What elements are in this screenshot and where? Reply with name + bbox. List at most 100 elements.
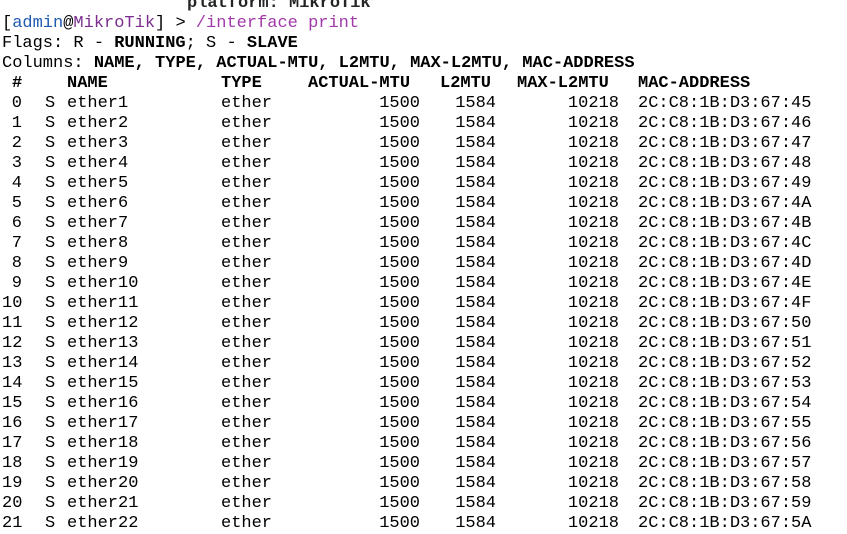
row-actual-mtu: 1500 bbox=[379, 414, 420, 433]
row-max-l2mtu: 10218 bbox=[567, 134, 619, 153]
row-flag: S bbox=[45, 494, 56, 513]
table-row: 21 Sether22 ether 1500 1584 10218 2C:C8:1B:D3:… bbox=[2, 514, 847, 534]
row-mac-address: 2C:C8:1B:D3:67:47 bbox=[638, 134, 812, 153]
row-actual-mtu: 1500 bbox=[379, 94, 420, 113]
row-max-l2mtu: 10218 bbox=[567, 374, 619, 393]
row-num: 14 bbox=[2, 374, 23, 393]
row-max-l2mtu: 10218 bbox=[567, 94, 619, 113]
row-actual-mtu: 1500 bbox=[379, 194, 420, 213]
row-max-l2mtu: 10218 bbox=[567, 354, 619, 373]
row-name: ether19 bbox=[67, 454, 139, 473]
table-row: 6 Sether7 ether 1500 1584 10218 2C:C8:1B:D3:67… bbox=[2, 214, 847, 234]
table-row: 16 Sether17 ether 1500 1584 10218 2C:C8:1B:D3:… bbox=[2, 414, 847, 434]
row-max-l2mtu: 10218 bbox=[567, 334, 619, 353]
row-l2mtu: 1584 bbox=[455, 134, 496, 153]
row-actual-mtu: 1500 bbox=[379, 374, 420, 393]
table-row: 19 Sether20 ether 1500 1584 10218 2C:C8:1B:D3:… bbox=[2, 474, 847, 494]
row-flag: S bbox=[45, 514, 56, 533]
row-max-l2mtu: 10218 bbox=[567, 414, 619, 433]
row-mac-address: 2C:C8:1B:D3:67:56 bbox=[638, 434, 812, 453]
row-actual-mtu: 1500 bbox=[379, 294, 420, 313]
row-max-l2mtu: 10218 bbox=[567, 114, 619, 133]
prompt-at: @ bbox=[63, 14, 74, 33]
row-l2mtu: 1584 bbox=[455, 454, 496, 473]
row-l2mtu: 1584 bbox=[455, 194, 496, 213]
row-num: 21 bbox=[2, 514, 23, 533]
row-type: ether bbox=[221, 214, 273, 233]
row-mac-address: 2C:C8:1B:D3:67:4C bbox=[638, 234, 812, 253]
row-max-l2mtu: 10218 bbox=[567, 294, 619, 313]
table-row: 4 Sether5 ether 1500 1584 10218 2C:C8:1B:D3:67… bbox=[2, 174, 847, 194]
row-actual-mtu: 1500 bbox=[379, 274, 420, 293]
row-name: ether9 bbox=[67, 254, 129, 273]
row-type: ether bbox=[221, 314, 273, 333]
row-actual-mtu: 1500 bbox=[379, 494, 420, 513]
row-mac-address: 2C:C8:1B:D3:67:50 bbox=[638, 314, 812, 333]
row-flag: S bbox=[45, 434, 56, 453]
row-l2mtu: 1584 bbox=[455, 234, 496, 253]
row-flag: S bbox=[45, 274, 56, 293]
row-l2mtu: 1584 bbox=[455, 214, 496, 233]
row-actual-mtu: 1500 bbox=[379, 394, 420, 413]
header-max-l2mtu: MAX-L2MTU bbox=[517, 74, 609, 93]
row-name: ether2 bbox=[67, 114, 129, 133]
table-row: 15 Sether16 ether 1500 1584 10218 2C:C8:1B:D3:… bbox=[2, 394, 847, 414]
table-row: 3 Sether4 ether 1500 1584 10218 2C:C8:1B:D3:67… bbox=[2, 154, 847, 174]
row-l2mtu: 1584 bbox=[455, 414, 496, 433]
row-type: ether bbox=[221, 394, 273, 413]
row-flag: S bbox=[45, 414, 56, 433]
row-num: 9 bbox=[11, 274, 22, 293]
row-num: 1 bbox=[11, 114, 22, 133]
row-num: 16 bbox=[2, 414, 23, 433]
row-flag: S bbox=[45, 454, 56, 473]
header-name: NAME bbox=[67, 74, 108, 93]
row-l2mtu: 1584 bbox=[455, 174, 496, 193]
row-actual-mtu: 1500 bbox=[379, 334, 420, 353]
row-mac-address: 2C:C8:1B:D3:67:54 bbox=[638, 394, 812, 413]
row-max-l2mtu: 10218 bbox=[567, 514, 619, 533]
row-num: 6 bbox=[11, 214, 22, 233]
row-name: ether6 bbox=[67, 194, 129, 213]
row-num: 17 bbox=[2, 434, 23, 453]
row-flag: S bbox=[45, 394, 56, 413]
row-flag: S bbox=[45, 174, 56, 193]
row-flag: S bbox=[45, 474, 56, 493]
row-flag: S bbox=[45, 94, 56, 113]
row-num: 3 bbox=[11, 154, 22, 173]
row-flag: S bbox=[45, 154, 56, 173]
row-mac-address: 2C:C8:1B:D3:67:4A bbox=[638, 194, 812, 213]
row-flag: S bbox=[45, 254, 56, 273]
row-actual-mtu: 1500 bbox=[379, 254, 420, 273]
row-mac-address: 2C:C8:1B:D3:67:53 bbox=[638, 374, 812, 393]
row-max-l2mtu: 10218 bbox=[567, 274, 619, 293]
prompt-line[interactable]: [admin@MikroTik] > /interface print bbox=[2, 14, 847, 34]
command-text: /interface print bbox=[195, 14, 360, 33]
flags-line: Flags: R - RUNNING; S - SLAVE bbox=[2, 34, 847, 54]
row-num: 19 bbox=[2, 474, 23, 493]
table-row: 1 Sether2 ether 1500 1584 10218 2C:C8:1B:D3:67… bbox=[2, 114, 847, 134]
row-mac-address: 2C:C8:1B:D3:67:4B bbox=[638, 214, 812, 233]
row-actual-mtu: 1500 bbox=[379, 134, 420, 153]
row-num: 5 bbox=[11, 194, 22, 213]
flag-running-label: RUNNING bbox=[114, 34, 186, 53]
row-name: ether4 bbox=[67, 154, 129, 173]
table-row: 11 Sether12 ether 1500 1584 10218 2C:C8:1B:D3:… bbox=[2, 314, 847, 334]
header-num: # bbox=[12, 74, 23, 93]
row-actual-mtu: 1500 bbox=[379, 114, 420, 133]
row-l2mtu: 1584 bbox=[455, 314, 496, 333]
terminal-window[interactable]: platform: MikroTik [admin@MikroTik] > /i… bbox=[2, 0, 847, 534]
row-num: 2 bbox=[11, 134, 22, 153]
row-actual-mtu: 1500 bbox=[379, 514, 420, 533]
row-type: ether bbox=[221, 254, 273, 273]
row-l2mtu: 1584 bbox=[455, 394, 496, 413]
columns-list: NAME, TYPE, ACTUAL-MTU, L2MTU, MAX-L2MTU… bbox=[93, 54, 635, 73]
row-type: ether bbox=[221, 134, 273, 153]
row-flag: S bbox=[45, 314, 56, 333]
row-name: ether13 bbox=[67, 334, 139, 353]
table-row: 7 Sether8 ether 1500 1584 10218 2C:C8:1B:D3:67… bbox=[2, 234, 847, 254]
table-header: # NAME TYPE ACTUAL-MTU L2MTU MAX-L2MTU M… bbox=[2, 74, 847, 94]
table-row: 13 Sether14 ether 1500 1584 10218 2C:C8:1B:D3:… bbox=[2, 354, 847, 374]
row-name: ether12 bbox=[67, 314, 139, 333]
row-name: ether3 bbox=[67, 134, 129, 153]
row-mac-address: 2C:C8:1B:D3:67:58 bbox=[638, 474, 812, 493]
